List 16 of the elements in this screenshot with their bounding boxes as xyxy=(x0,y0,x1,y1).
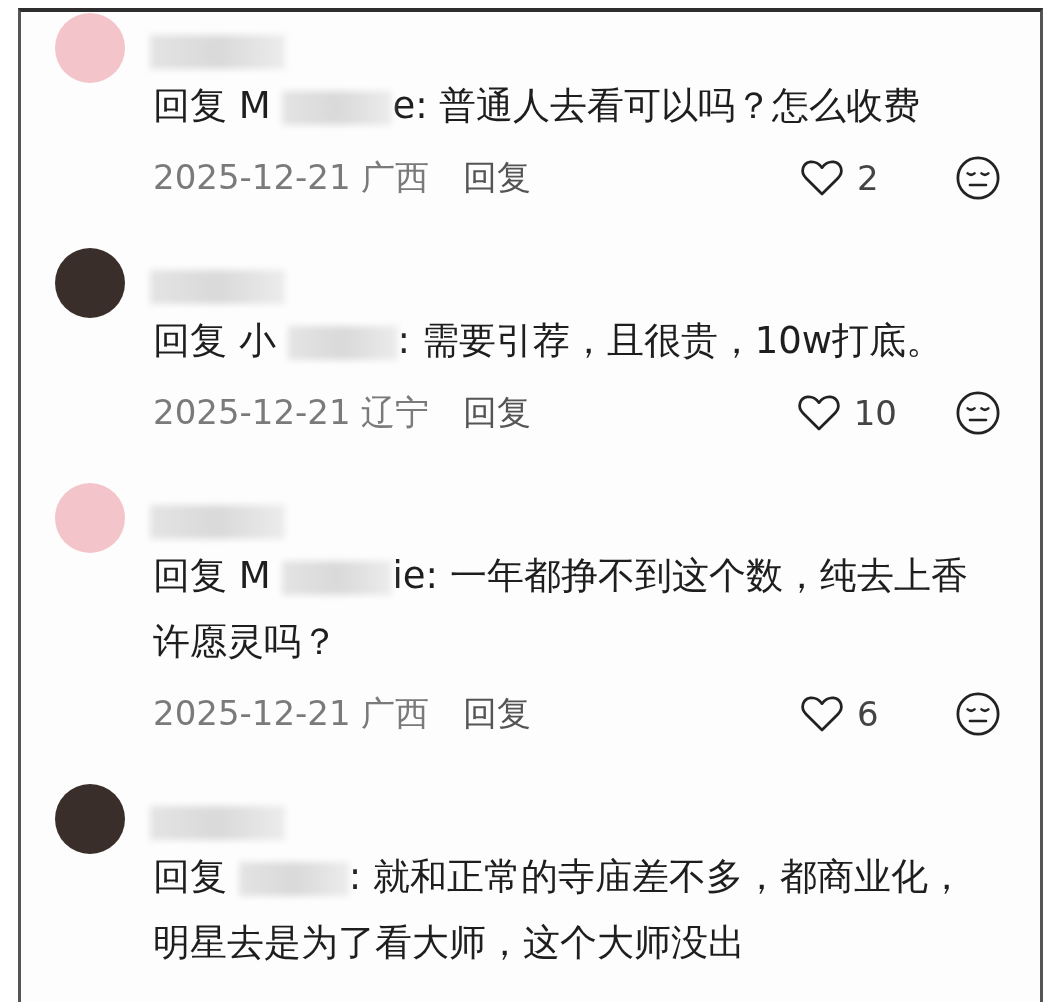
neutral-face-icon[interactable] xyxy=(955,691,1001,737)
like-count: 2 xyxy=(857,158,880,198)
neutral-face-icon[interactable] xyxy=(955,155,1001,201)
like-count: 6 xyxy=(857,694,880,734)
comment-text: 回复 小 : 需要引荐，且很贵，10w打底。 xyxy=(153,318,945,364)
reply-link[interactable]: 回复 xyxy=(463,390,532,436)
comment-text: 回复 : 就和正常的寺庙差不多，都商业化，明星去是为了看大师，这个大师没出 xyxy=(153,854,966,966)
comment-date: 2025-12-21 辽宁 xyxy=(153,391,430,434)
neutral-face-icon[interactable] xyxy=(955,390,1001,436)
like-count: 10 xyxy=(853,393,897,433)
reply-link[interactable]: 回复 xyxy=(463,155,532,201)
comment-text: 回复 M ie: 一年都挣不到这个数，纯去上香许愿灵吗？ xyxy=(153,553,969,665)
comment-date: 2025-12-21 广西 xyxy=(153,692,430,735)
comment-date: 2025-12-21 广西 xyxy=(153,156,430,199)
reply-link[interactable]: 回复 xyxy=(463,691,532,737)
comment-text: 回复 M e: 普通人去看可以吗？怎么收费 xyxy=(153,83,922,129)
